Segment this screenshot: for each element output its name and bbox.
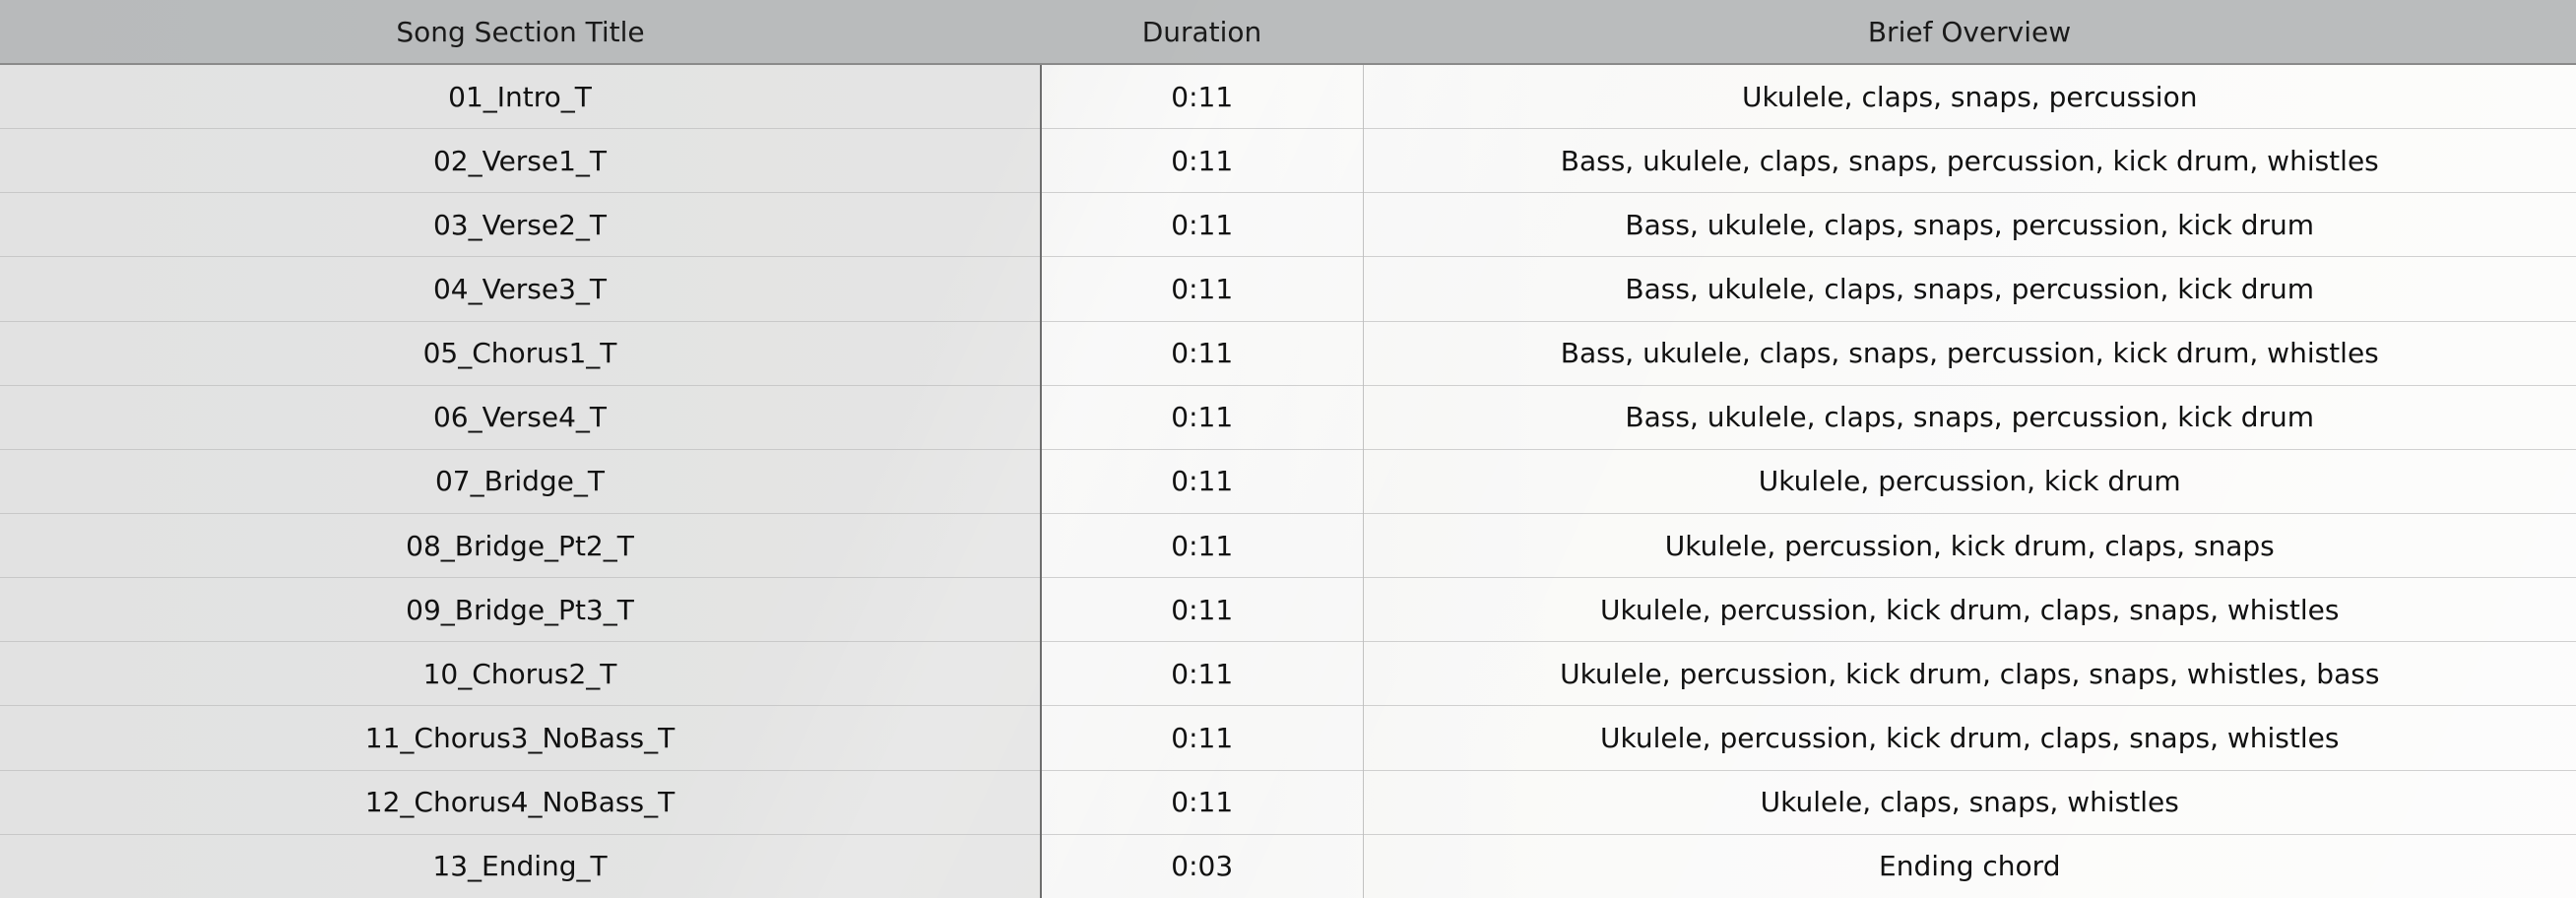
page: Song Section Title Duration Brief Overvi…: [0, 0, 2576, 898]
table-row: 11_Chorus3_NoBass_T 0:11 Ukulele, percus…: [0, 705, 2576, 771]
duration-cell: 0:11: [1041, 192, 1364, 258]
table-row: 07_Bridge_T 0:11 Ukulele, percussion, ki…: [0, 449, 2576, 514]
duration-cell: 0:03: [1041, 834, 1364, 898]
section-title-cell: 08_Bridge_Pt2_T: [0, 513, 1042, 579]
section-title-cell: 06_Verse4_T: [0, 385, 1042, 450]
overview-cell: Bass, ukulele, claps, snaps, percussion,…: [1363, 321, 2576, 386]
overview-cell: Bass, ukulele, claps, snaps, percussion,…: [1363, 192, 2576, 258]
overview-cell: Bass, ukulele, claps, snaps, percussion,…: [1363, 128, 2576, 194]
overview-cell: Ukulele, percussion, kick drum, claps, s…: [1363, 641, 2576, 707]
duration-cell: 0:11: [1041, 577, 1364, 643]
table-row: 12_Chorus4_NoBass_T 0:11 Ukulele, claps,…: [0, 770, 2576, 835]
duration-cell: 0:11: [1041, 449, 1364, 514]
overview-cell: Ukulele, percussion, kick drum: [1363, 449, 2576, 514]
table-row: 09_Bridge_Pt3_T 0:11 Ukulele, percussion…: [0, 577, 2576, 643]
overview-cell: Ukulele, percussion, kick drum, claps, s…: [1363, 577, 2576, 643]
overview-cell: Ukulele, percussion, kick drum, claps, s…: [1363, 705, 2576, 771]
table-row: 04_Verse3_T 0:11 Bass, ukulele, claps, s…: [0, 256, 2576, 322]
duration-cell: 0:11: [1041, 256, 1364, 322]
section-title-cell: 10_Chorus2_T: [0, 641, 1042, 707]
overview-cell: Ending chord: [1363, 834, 2576, 898]
section-title-cell: 05_Chorus1_T: [0, 321, 1042, 386]
overview-cell: Ukulele, claps, snaps, whistles: [1363, 770, 2576, 835]
duration-cell: 0:11: [1041, 705, 1364, 771]
table-row: 01_Intro_T 0:11 Ukulele, claps, snaps, p…: [0, 64, 2576, 130]
table-row: 08_Bridge_Pt2_T 0:11 Ukulele, percussion…: [0, 513, 2576, 579]
overview-cell: Bass, ukulele, claps, snaps, percussion,…: [1363, 256, 2576, 322]
duration-cell: 0:11: [1041, 128, 1364, 194]
header-duration: Duration: [1041, 0, 1363, 65]
table-row: 13_Ending_T 0:03 Ending chord: [0, 834, 2576, 898]
section-title-cell: 11_Chorus3_NoBass_T: [0, 705, 1042, 771]
song-sections-table: Song Section Title Duration Brief Overvi…: [0, 0, 2576, 898]
section-title-cell: 02_Verse1_T: [0, 128, 1042, 194]
section-title-cell: 09_Bridge_Pt3_T: [0, 577, 1042, 643]
header-row: Song Section Title Duration Brief Overvi…: [0, 0, 2576, 65]
table-body: 01_Intro_T 0:11 Ukulele, claps, snaps, p…: [0, 64, 2576, 898]
header-song-section-title: Song Section Title: [0, 0, 1041, 65]
overview-cell: Ukulele, claps, snaps, percussion: [1363, 64, 2576, 130]
header-brief-overview: Brief Overview: [1363, 0, 2576, 65]
duration-cell: 0:11: [1041, 385, 1364, 450]
table-row: 03_Verse2_T 0:11 Bass, ukulele, claps, s…: [0, 192, 2576, 258]
table-row: 10_Chorus2_T 0:11 Ukulele, percussion, k…: [0, 641, 2576, 707]
duration-cell: 0:11: [1041, 513, 1364, 579]
overview-cell: Bass, ukulele, claps, snaps, percussion,…: [1363, 385, 2576, 450]
section-title-cell: 04_Verse3_T: [0, 256, 1042, 322]
table-row: 06_Verse4_T 0:11 Bass, ukulele, claps, s…: [0, 385, 2576, 450]
table-row: 05_Chorus1_T 0:11 Bass, ukulele, claps, …: [0, 321, 2576, 386]
section-title-cell: 07_Bridge_T: [0, 449, 1042, 514]
table-row: 02_Verse1_T 0:11 Bass, ukulele, claps, s…: [0, 128, 2576, 194]
duration-cell: 0:11: [1041, 770, 1364, 835]
section-title-cell: 01_Intro_T: [0, 64, 1042, 130]
table-header: Song Section Title Duration Brief Overvi…: [0, 0, 2576, 65]
duration-cell: 0:11: [1041, 321, 1364, 386]
section-title-cell: 13_Ending_T: [0, 834, 1042, 898]
duration-cell: 0:11: [1041, 641, 1364, 707]
overview-cell: Ukulele, percussion, kick drum, claps, s…: [1363, 513, 2576, 579]
section-title-cell: 12_Chorus4_NoBass_T: [0, 770, 1042, 835]
duration-cell: 0:11: [1041, 64, 1364, 130]
section-title-cell: 03_Verse2_T: [0, 192, 1042, 258]
